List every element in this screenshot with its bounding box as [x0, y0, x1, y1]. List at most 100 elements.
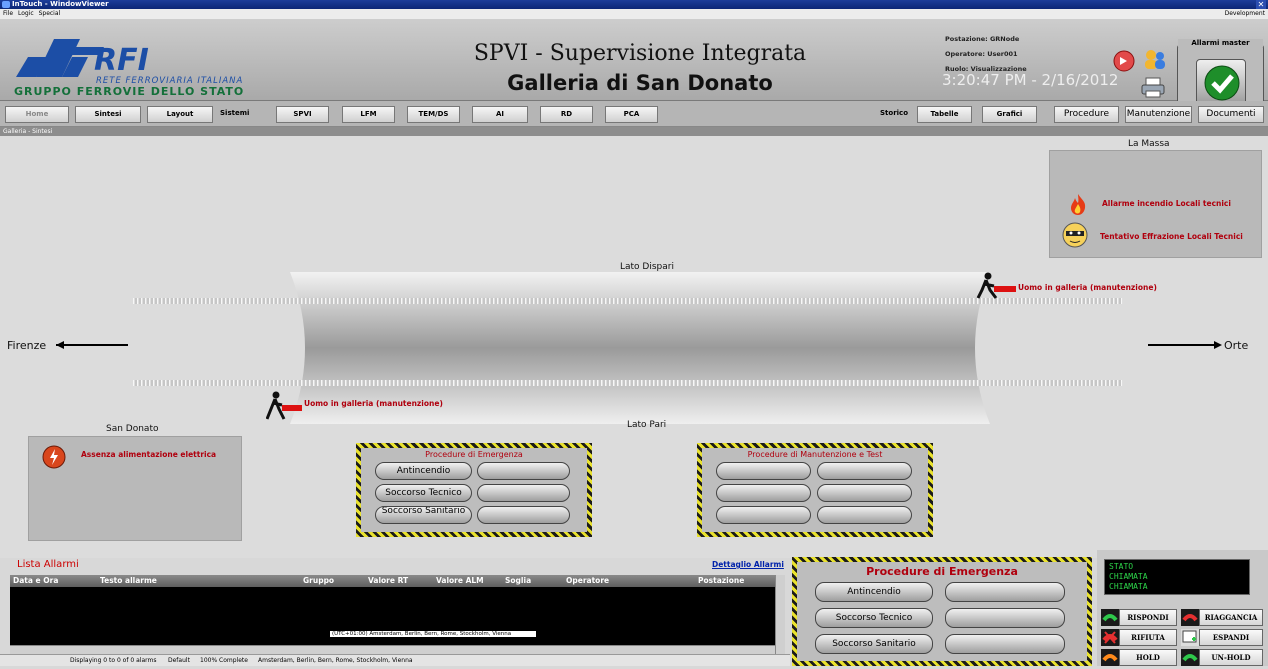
proc-emergenza-empty-2[interactable] [477, 484, 570, 502]
proc-emergenza2-empty-3[interactable] [945, 634, 1065, 654]
nav-manutenzione-button[interactable]: Manutenzione [1125, 106, 1192, 123]
hold-button[interactable]: HOLD [1119, 649, 1177, 666]
san-donato-panel: Assenza alimentazione elettrica [28, 436, 242, 541]
nav-pca-button[interactable]: PCA [605, 106, 658, 123]
soccorso-sanitario-button[interactable]: Soccorso Sanitario [375, 506, 472, 524]
proc-manut-btn-1[interactable] [716, 462, 811, 480]
rifiuta-button[interactable]: RIFIUTA [1119, 629, 1177, 646]
col-testo[interactable]: Testo allarme [100, 576, 157, 585]
menu-file[interactable]: File [3, 10, 13, 17]
alarm-column-header: Data e Ora Testo allarme Gruppo Valore R… [10, 575, 775, 587]
printer-icon[interactable] [1140, 76, 1166, 98]
breadcrumb: Galleria - Sintesi [0, 127, 1268, 136]
arrow-left-icon [56, 341, 128, 349]
proc-emergenza-title: Procedure di Emergenza [425, 450, 523, 459]
alarm-list-title: Lista Allarmi [17, 559, 79, 570]
riaggancia-button[interactable]: RIAGGANCIA [1199, 609, 1263, 626]
alarm-statusbar: Displaying 0 to 0 of 0 alarms Default 10… [0, 654, 790, 666]
brand-group: GRUPPO FERROVIE DELLO STATO [14, 85, 245, 98]
clock: 3:20:47 PM - 2/16/2012 [942, 71, 1119, 89]
phone-unhold-icon[interactable] [1181, 649, 1199, 666]
users-icon[interactable] [1142, 47, 1168, 71]
col-data-ora[interactable]: Data e Ora [13, 576, 58, 585]
unhold-button[interactable]: UN-HOLD [1199, 649, 1263, 666]
alarm-scrollbar-v[interactable] [775, 575, 785, 654]
nav-documenti-button[interactable]: Documenti [1198, 106, 1264, 123]
la-massa-panel: Allarme incendio Locali tecnici Tentativ… [1049, 150, 1262, 258]
phone-hold-icon[interactable] [1101, 649, 1119, 666]
proc-emergenza-empty-3[interactable] [477, 506, 570, 524]
app-icon [2, 1, 10, 8]
col-postazione[interactable]: Postazione [698, 576, 744, 585]
proc-manut-btn-5[interactable] [716, 506, 811, 524]
col-operatore[interactable]: Operatore [566, 576, 609, 585]
alarm-ack-button[interactable] [1196, 59, 1246, 105]
soccorso-sanitario-button-2[interactable]: Soccorso Sanitario [815, 634, 933, 654]
rispondi-button[interactable]: RISPONDI [1119, 609, 1177, 626]
phone-status-line-1: STATO [1109, 562, 1134, 571]
window-title: InTouch - WindowViewer [12, 0, 109, 8]
alarm-scrollbar-h[interactable] [10, 645, 775, 654]
phone-status-line-3: CHIAMATA [1109, 582, 1148, 591]
menu-logic[interactable]: Logic [18, 10, 34, 17]
worker-icon-top[interactable] [976, 272, 1020, 302]
fire-icon[interactable] [1068, 192, 1088, 216]
sistemi-label: Sistemi [220, 109, 250, 117]
col-soglia[interactable]: Soglia [505, 576, 531, 585]
firenze-label: Firenze [7, 339, 47, 352]
tentativo-effrazione-text: Tentativo Effrazione Locali Tecnici [1100, 232, 1243, 241]
uomo-galleria-bottom: Uomo in galleria (manutenzione) [304, 399, 443, 408]
proc-manutenzione-title: Procedure di Manutenzione e Test [747, 450, 883, 459]
postazione-label: Postazione: GRNode [945, 35, 1020, 43]
nav-home-button[interactable]: Home [5, 106, 69, 123]
lato-pari-label: Lato Pari [627, 420, 667, 430]
proc-manut-btn-6[interactable] [817, 506, 912, 524]
phone-hangup-icon[interactable] [1181, 609, 1199, 626]
antincendio-button-2[interactable]: Antincendio [815, 582, 933, 602]
nav-spvi-button[interactable]: SPVI [276, 106, 329, 123]
menu-special[interactable]: Special [39, 10, 61, 17]
proc-emergenza-panel: Procedure di Emergenza Antincendio Socco… [356, 443, 592, 537]
operatore-label: Operatore: User001 [945, 50, 1018, 58]
nav-lfm-button[interactable]: LFM [342, 106, 395, 123]
soccorso-tecnico-button[interactable]: Soccorso Tecnico [375, 484, 472, 502]
header: RFI RETE FERROVIARIA ITALIANA GRUPPO FER… [0, 19, 1268, 117]
power-fault-icon[interactable] [41, 444, 67, 470]
espandi-button[interactable]: ESPANDI [1199, 629, 1263, 646]
nav-sintesi-button[interactable]: Sintesi [75, 106, 141, 123]
uomo-galleria-top: Uomo in galleria (manutenzione) [1018, 283, 1157, 292]
nav-grafici-button[interactable]: Grafici [982, 106, 1037, 123]
col-valore-alm[interactable]: Valore ALM [436, 576, 484, 585]
proc-manut-btn-3[interactable] [716, 484, 811, 502]
phone-answer-icon[interactable] [1101, 609, 1119, 626]
worker-icon-bottom[interactable] [266, 391, 306, 423]
nav-procedure-button[interactable]: Procedure [1054, 106, 1119, 123]
la-massa-label: La Massa [1128, 139, 1170, 149]
nav-temds-button[interactable]: TEM/DS [407, 106, 460, 123]
phone-panel: STATO CHIAMATA CHIAMATA RISPONDI RIAGGAN… [1097, 550, 1268, 666]
antincendio-button[interactable]: Antincendio [375, 462, 472, 480]
nav-rd-button[interactable]: RD [540, 106, 593, 123]
nav-tabelle-button[interactable]: Tabelle [917, 106, 972, 123]
nav-ai-button[interactable]: AI [472, 106, 528, 123]
soccorso-tecnico-button-2[interactable]: Soccorso Tecnico [815, 608, 933, 628]
col-gruppo[interactable]: Gruppo [303, 576, 334, 585]
dettaglio-allarmi-link[interactable]: Dettaglio Allarmi [712, 560, 784, 569]
nav-layout-button[interactable]: Layout [147, 106, 213, 123]
phone-reject-icon[interactable] [1101, 629, 1119, 646]
status-query: Default [168, 657, 190, 664]
proc-emergenza2-empty-2[interactable] [945, 608, 1065, 628]
status-timezone: Amsterdam, Berlin, Bern, Rome, Stockholm… [258, 657, 413, 664]
intruder-icon[interactable] [1062, 221, 1088, 249]
proc-manut-btn-2[interactable] [817, 462, 912, 480]
status-complete: 100% Complete [200, 657, 248, 664]
logout-icon[interactable] [1112, 49, 1136, 73]
proc-manut-btn-4[interactable] [817, 484, 912, 502]
phone-expand-icon[interactable] [1181, 629, 1199, 646]
col-valore-rt[interactable]: Valore RT [368, 576, 408, 585]
proc-emergenza2-empty-1[interactable] [945, 582, 1065, 602]
close-icon[interactable]: ✕ [1256, 0, 1266, 9]
san-donato-label: San Donato [106, 424, 159, 434]
track-pari [133, 380, 1123, 386]
proc-emergenza-empty-1[interactable] [477, 462, 570, 480]
